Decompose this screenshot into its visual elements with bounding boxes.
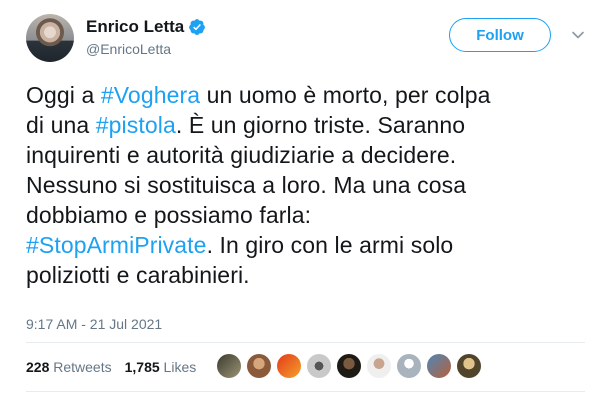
liker-avatar[interactable] bbox=[457, 354, 481, 378]
tweet-text-segment: un uomo è morto, per colpa bbox=[200, 82, 491, 108]
liker-avatar[interactable] bbox=[247, 354, 271, 378]
engagement-stats: 228 Retweets 1,785 Likes bbox=[26, 359, 209, 375]
tweet-text-segment: . È un giorno triste. Saranno bbox=[175, 112, 466, 138]
tweet-timestamp[interactable]: 9:17 AM - 21 Jul 2021 bbox=[26, 316, 162, 332]
tweet-text-segment: Nessuno si sostituisca a loro. Ma una co… bbox=[26, 172, 467, 198]
tweet-text-segment: Oggi a bbox=[26, 82, 101, 108]
tweet-text-line: inquirenti e autorità giudiziarie a deci… bbox=[26, 140, 591, 170]
likes-stat[interactable]: 1,785 Likes bbox=[125, 359, 197, 375]
tweet-text-line: dobbiamo e possiamo farla: bbox=[26, 200, 591, 230]
tweet-text-segment: poliziotti e carabinieri. bbox=[26, 262, 250, 288]
retweets-stat[interactable]: 228 Retweets bbox=[26, 359, 112, 375]
tweet-text: Oggi a #Voghera un uomo è morto, per col… bbox=[26, 80, 591, 290]
tweet-text-segment: . In giro con le armi solo bbox=[206, 232, 454, 258]
liker-avatar[interactable] bbox=[337, 354, 361, 378]
retweets-count: 228 bbox=[26, 359, 50, 375]
author-name[interactable]: Enrico Letta bbox=[86, 17, 184, 37]
liker-avatars bbox=[217, 354, 487, 378]
tweet-text-line: #StopArmiPrivate. In giro con le armi so… bbox=[26, 230, 591, 260]
tweet-header: Enrico Letta @EnricoLetta Follow bbox=[26, 14, 596, 64]
tweet-text-line: di una #pistola. È un giorno triste. Sar… bbox=[26, 110, 591, 140]
liker-avatar[interactable] bbox=[397, 354, 421, 378]
follow-button[interactable]: Follow bbox=[449, 18, 551, 52]
hashtag-link[interactable]: #pistola bbox=[96, 112, 176, 138]
likes-count: 1,785 bbox=[124, 359, 160, 375]
hashtag-link[interactable]: #StopArmiPrivate bbox=[26, 232, 207, 258]
tweet-text-line: Nessuno si sostituisca a loro. Ma una co… bbox=[26, 170, 591, 200]
retweets-label: Retweets bbox=[53, 359, 112, 375]
liker-avatar[interactable] bbox=[217, 354, 241, 378]
tweet-text-segment: inquirenti e autorità giudiziarie a deci… bbox=[26, 142, 457, 168]
divider bbox=[26, 342, 585, 343]
liker-avatar[interactable] bbox=[277, 354, 301, 378]
author-name-row: Enrico Letta bbox=[86, 17, 206, 37]
tweet-text-segment: dobbiamo e possiamo farla: bbox=[26, 202, 312, 228]
liker-avatar[interactable] bbox=[367, 354, 391, 378]
chevron-down-icon[interactable] bbox=[571, 28, 585, 42]
tweet-text-line: poliziotti e carabinieri. bbox=[26, 260, 591, 290]
tweet-card: Enrico Letta @EnricoLetta Follow Oggi a … bbox=[0, 0, 611, 400]
likes-label: Likes bbox=[163, 359, 197, 375]
divider bbox=[26, 391, 585, 392]
verified-badge-icon bbox=[189, 19, 206, 35]
hashtag-link[interactable]: #Voghera bbox=[101, 82, 200, 108]
liker-avatar[interactable] bbox=[427, 354, 451, 378]
tweet-text-segment: di una bbox=[26, 112, 96, 138]
tweet-text-line: Oggi a #Voghera un uomo è morto, per col… bbox=[26, 80, 591, 110]
liker-avatar[interactable] bbox=[307, 354, 331, 378]
author-handle[interactable]: @EnricoLetta bbox=[86, 41, 171, 57]
author-avatar[interactable] bbox=[26, 14, 74, 62]
